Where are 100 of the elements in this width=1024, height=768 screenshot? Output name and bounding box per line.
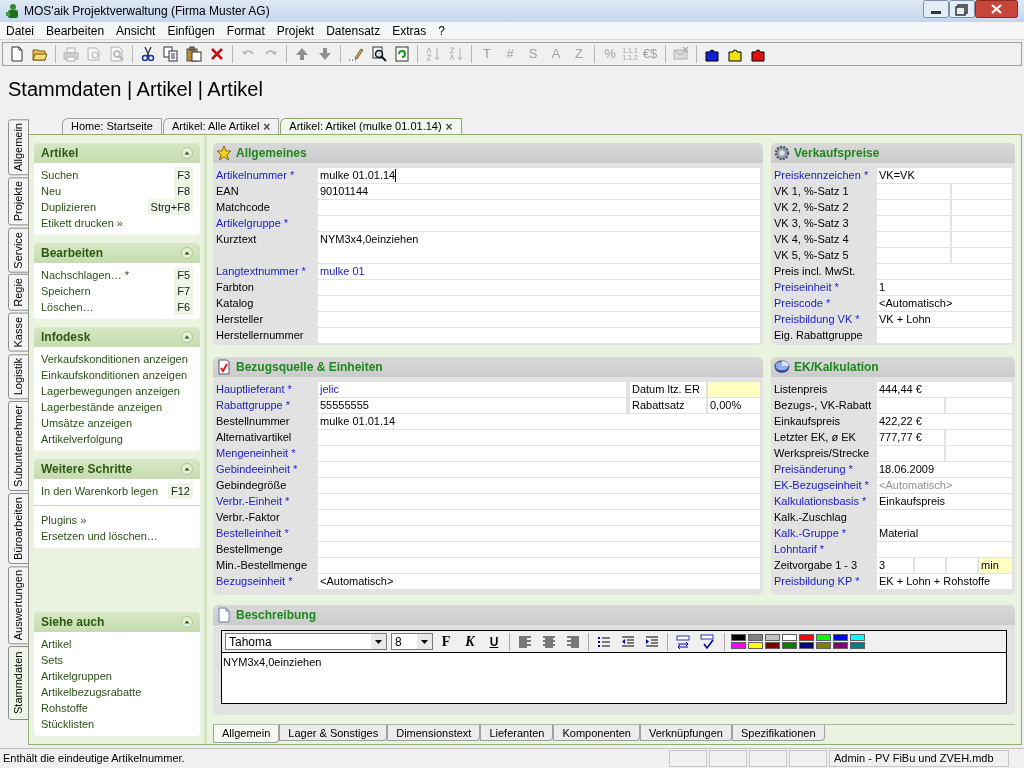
input-field[interactable]: <Automatisch> [318, 574, 760, 589]
side-tab[interactable]: Service [8, 227, 29, 273]
menu-item[interactable]: Datensatz [320, 22, 387, 39]
color-swatch[interactable] [748, 634, 763, 641]
side-tab[interactable]: Subunternehmer [8, 401, 29, 491]
input-field[interactable]: 18.06.2009 [877, 462, 1012, 477]
align-left-icon[interactable] [517, 633, 533, 650]
color-swatch[interactable] [765, 642, 780, 649]
side-tab[interactable]: Büroarbeiten [8, 492, 29, 564]
collapse-icon[interactable] [181, 463, 193, 475]
input-field[interactable] [952, 200, 1012, 215]
task-link[interactable]: Lagerbewegungen anzeigen [41, 382, 180, 400]
task-link[interactable]: Lagerbestände anzeigen [41, 398, 163, 416]
input-field[interactable] [877, 232, 951, 247]
task-link[interactable]: Artikelbezugsrabatte [41, 683, 142, 701]
color-swatch[interactable] [816, 642, 831, 649]
color-swatch[interactable] [731, 634, 746, 641]
close-icon[interactable] [975, 0, 1018, 18]
input-field[interactable]: VK=VK [877, 168, 1012, 183]
input-field[interactable] [318, 280, 760, 295]
bottom-tab[interactable]: Allgemein [213, 725, 280, 743]
input-field[interactable]: 1 [877, 280, 1012, 295]
new-document-icon[interactable] [9, 46, 25, 62]
document-convert-icon[interactable] [675, 633, 691, 650]
input-field[interactable] [877, 248, 951, 263]
maximize-icon[interactable] [949, 0, 975, 18]
input-field[interactable]: min [979, 558, 1012, 573]
input-field[interactable] [318, 478, 760, 493]
task-link[interactable]: Löschen… [41, 298, 94, 316]
up-arrow-icon[interactable] [294, 46, 310, 62]
bottom-tab[interactable]: Lager & Sonstiges [279, 725, 388, 741]
pencil-icon[interactable] [348, 46, 364, 62]
task-link[interactable]: In den Warenkorb legen [41, 482, 158, 500]
task-link[interactable]: Etikett drucken » [41, 214, 123, 232]
color-swatch[interactable] [782, 634, 797, 641]
input-field[interactable]: Material [877, 526, 1012, 541]
task-link[interactable]: Artikelgruppen [41, 667, 112, 685]
input-field[interactable] [945, 446, 1012, 461]
bottom-tab[interactable]: Dimensionstext [387, 725, 481, 741]
side-tab[interactable]: Allgemein [8, 119, 29, 176]
input-field[interactable] [952, 232, 1012, 247]
input-field[interactable]: 0,00% [708, 398, 760, 413]
format-button[interactable]: U [483, 632, 505, 651]
task-link[interactable]: Nachschlagen… * [41, 266, 130, 284]
open-folder-icon[interactable] [32, 46, 48, 62]
input-field[interactable]: jelic [318, 382, 626, 397]
input-field[interactable] [914, 558, 945, 573]
input-field[interactable] [318, 494, 760, 509]
input-field[interactable] [708, 382, 760, 397]
menu-item[interactable]: Ansicht [110, 22, 162, 39]
minimize-icon[interactable] [923, 0, 949, 18]
color-swatch[interactable] [799, 642, 814, 649]
color-swatch[interactable] [833, 642, 848, 649]
task-link[interactable]: Verkaufskonditionen anzeigen [41, 350, 188, 368]
color-swatch[interactable] [816, 634, 831, 641]
menu-item[interactable]: Extras [386, 22, 433, 39]
input-field[interactable] [952, 248, 1012, 263]
input-field[interactable] [318, 430, 760, 445]
input-field[interactable]: 90101144 [318, 184, 760, 199]
task-link[interactable]: Artikelverfolgung [41, 430, 123, 448]
input-field[interactable] [318, 462, 760, 477]
task-link[interactable]: Ersetzen und löschen… [41, 527, 158, 545]
copy-icon[interactable] [163, 46, 179, 62]
input-field[interactable] [952, 216, 1012, 231]
bottom-tab[interactable]: Spezifikationen [731, 725, 825, 741]
input-field[interactable]: mulke 01.01.14 [318, 168, 760, 183]
task-link[interactable]: Duplizieren [41, 198, 97, 216]
spell-check-icon[interactable] [699, 633, 715, 650]
input-field[interactable]: VK + Lohn [877, 312, 1012, 327]
bottom-tab[interactable]: Lieferanten [480, 725, 554, 741]
input-field[interactable] [945, 430, 1012, 445]
input-field[interactable] [877, 510, 1012, 525]
input-field[interactable]: 422,22 € [877, 414, 1012, 429]
task-link[interactable]: Stücklisten [41, 715, 95, 733]
color-swatch[interactable] [765, 634, 780, 641]
scissors-icon[interactable] [140, 46, 156, 62]
input-field[interactable]: 777,77 € [877, 430, 944, 445]
bottom-tab[interactable]: Verknüpfungen [639, 725, 732, 741]
task-link[interactable]: Suchen [41, 166, 79, 184]
dropdown[interactable]: 8 [391, 633, 433, 650]
color-swatch[interactable] [850, 634, 865, 641]
input-field[interactable] [877, 264, 1012, 279]
task-link[interactable]: Rohstoffe [41, 699, 88, 717]
input-field[interactable] [318, 526, 760, 541]
collapse-icon[interactable] [181, 247, 193, 259]
input-field[interactable] [318, 200, 760, 215]
document-tab[interactable]: Artikel: Artikel (mulke 01.01.14) × [280, 118, 462, 134]
menu-item[interactable]: Einfügen [161, 22, 221, 39]
task-link[interactable]: Plugins » [41, 511, 87, 529]
input-field[interactable]: Einkaufspreis [877, 494, 1012, 509]
document-tab[interactable]: Home: Startseite [62, 118, 162, 134]
menu-item[interactable]: Bearbeiten [40, 22, 111, 39]
color-swatch[interactable] [799, 634, 814, 641]
input-field[interactable] [877, 542, 1012, 557]
input-field[interactable] [877, 184, 951, 199]
input-field[interactable]: mulke 01 [318, 264, 760, 279]
input-field[interactable] [877, 200, 951, 215]
delete-icon[interactable] [209, 46, 225, 62]
input-field[interactable]: EK + Lohn + Rohstoffe [877, 574, 1012, 589]
format-button[interactable]: K [459, 631, 481, 652]
